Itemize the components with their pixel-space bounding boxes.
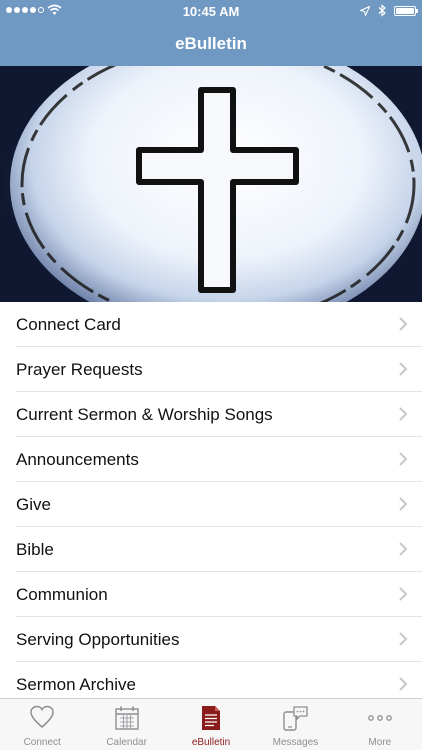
chevron-right-icon (399, 587, 408, 601)
menu-item-label: Current Sermon & Worship Songs (16, 405, 273, 424)
tab-calendar[interactable]: Calendar (84, 699, 168, 750)
menu-item-sermon-archive[interactable]: Sermon Archive (16, 662, 422, 698)
chevron-right-icon (399, 632, 408, 646)
chevron-right-icon (399, 407, 408, 421)
menu-item-connect-card[interactable]: Connect Card (16, 302, 422, 347)
cross-illustration (0, 66, 422, 302)
chevron-right-icon (399, 452, 408, 466)
menu-item-bible[interactable]: Bible (16, 527, 422, 572)
menu-item-give[interactable]: Give (16, 482, 422, 527)
chevron-right-icon (399, 677, 408, 691)
menu-item-communion[interactable]: Communion (16, 572, 422, 617)
more-icon (367, 715, 392, 721)
menu-item-label: Announcements (16, 450, 139, 469)
location-icon (360, 5, 370, 16)
tab-label: Messages (272, 737, 319, 748)
heart-icon (30, 705, 54, 728)
banner-image (0, 66, 422, 302)
chevron-right-icon (399, 497, 408, 511)
chevron-right-icon (399, 362, 408, 376)
menu-list: Connect Card Prayer Requests Current Ser… (0, 302, 422, 698)
chevron-right-icon (399, 317, 408, 331)
menu-item-label: Prayer Requests (16, 360, 143, 379)
menu-item-label: Serving Opportunities (16, 630, 180, 649)
menu-item-label: Bible (16, 540, 54, 559)
menu-item-label: Connect Card (16, 315, 121, 334)
menu-item-prayer-requests[interactable]: Prayer Requests (16, 347, 422, 392)
status-time: 10:45 AM (182, 4, 240, 19)
menu-item-label: Give (16, 495, 51, 514)
tab-messages[interactable]: Messages (253, 699, 337, 750)
messages-icon (283, 706, 309, 731)
menu-item-label: Sermon Archive (16, 675, 136, 694)
tab-more[interactable]: More (338, 699, 422, 750)
document-icon (202, 706, 221, 730)
tab-label: More (368, 737, 392, 748)
tab-label: Calendar (106, 737, 147, 748)
status-right (360, 4, 418, 17)
header: 10:45 AM eBulletin (0, 0, 422, 66)
status-bar: 10:45 AM (0, 0, 422, 22)
menu-item-serving-opportunities[interactable]: Serving Opportunities (16, 617, 422, 662)
menu-item-label: Communion (16, 585, 108, 604)
calendar-icon (114, 706, 139, 730)
battery-icon (394, 5, 418, 16)
bluetooth-icon (378, 4, 386, 17)
page-title: eBulletin (175, 34, 247, 53)
tab-connect[interactable]: Connect (0, 699, 84, 750)
tab-ebulletin[interactable]: eBulletin (169, 699, 253, 750)
menu-item-announcements[interactable]: Announcements (16, 437, 422, 482)
tab-label: Connect (23, 737, 61, 748)
menu-item-current-sermon[interactable]: Current Sermon & Worship Songs (16, 392, 422, 437)
tab-label: eBulletin (191, 737, 231, 748)
chevron-right-icon (399, 542, 408, 556)
tab-bar: Connect Calendar eBulletin Messages More (0, 698, 422, 750)
